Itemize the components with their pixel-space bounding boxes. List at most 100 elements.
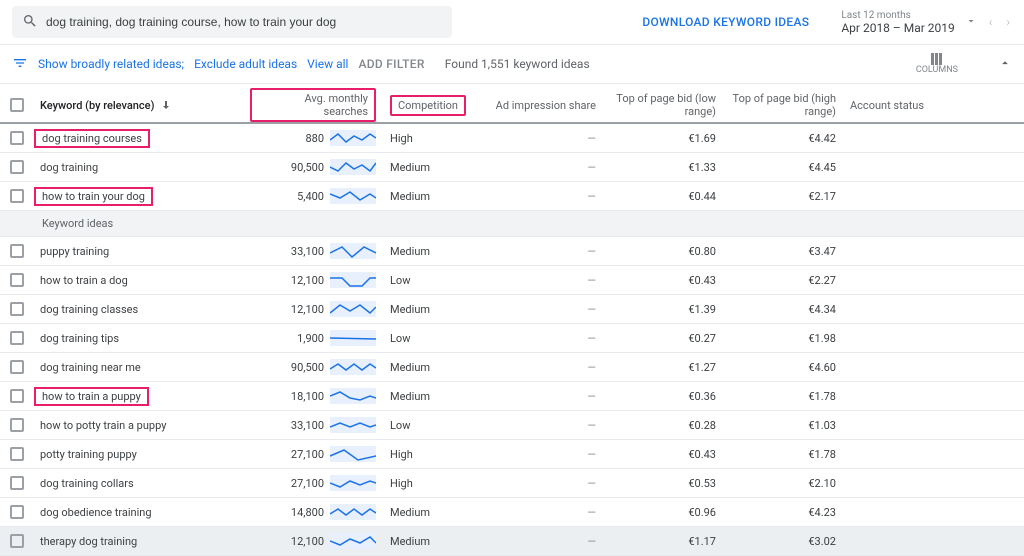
high-bid-value: €1.78	[724, 390, 844, 403]
row-checkbox[interactable]	[10, 389, 24, 403]
keyword-text: dog training courses	[34, 129, 150, 148]
column-account-status[interactable]: Account status	[844, 95, 950, 116]
keyword-text: dog training collars	[40, 477, 134, 490]
row-checkbox[interactable]	[10, 476, 24, 490]
competition-value: Medium	[384, 361, 484, 374]
sparkline-icon	[330, 243, 376, 259]
row-checkbox[interactable]	[10, 534, 24, 548]
sparkline-icon	[330, 130, 376, 146]
row-checkbox[interactable]	[10, 244, 24, 258]
high-bid-value: €2.17	[724, 190, 844, 203]
avg-searches-value: 5,400	[297, 190, 324, 203]
competition-value: Medium	[384, 506, 484, 519]
expand-button[interactable]	[998, 56, 1012, 73]
row-checkbox[interactable]	[10, 418, 24, 432]
ad-impression-value: —	[484, 448, 604, 461]
sparkline-icon	[330, 388, 376, 404]
ad-impression-value: —	[484, 245, 604, 258]
row-checkbox[interactable]	[10, 505, 24, 519]
low-bid-value: €0.43	[604, 448, 724, 461]
low-bid-value: €0.44	[604, 190, 724, 203]
table-row[interactable]: how to train a puppy 18,100 Medium — €0.…	[0, 382, 1024, 411]
table-row[interactable]: puppy training 33,100 Medium — €0.80 €3.…	[0, 237, 1024, 266]
table-row[interactable]: dog training near me 90,500 Medium — €1.…	[0, 353, 1024, 382]
high-bid-value: €3.02	[724, 535, 844, 548]
sparkline-icon	[330, 188, 376, 204]
table-row[interactable]: how to potty train a puppy 33,100 Low — …	[0, 411, 1024, 440]
table-row[interactable]: dog obedience training 14,800 Medium — €…	[0, 498, 1024, 527]
high-bid-value: €2.10	[724, 477, 844, 490]
column-keyword[interactable]: Keyword (by relevance)	[40, 99, 238, 112]
column-ad-impression-share[interactable]: Ad impression share	[484, 95, 604, 116]
keyword-text: therapy dog training	[40, 535, 137, 548]
keyword-text: puppy training	[40, 245, 109, 258]
table-row[interactable]: therapy dog training 12,100 Medium — €1.…	[0, 527, 1024, 556]
table-row[interactable]: dog training classes 12,100 Medium — €1.…	[0, 295, 1024, 324]
ad-impression-value: —	[484, 132, 604, 145]
column-avg-searches[interactable]: Avg. monthly searches	[250, 88, 376, 122]
table-row[interactable]: dog training collars 27,100 High — €0.53…	[0, 469, 1024, 498]
table-row[interactable]: dog training 90,500 Medium — €1.33 €4.45	[0, 153, 1024, 182]
sparkline-icon	[330, 475, 376, 491]
select-all-checkbox[interactable]	[10, 98, 24, 112]
competition-value: High	[384, 448, 484, 461]
row-checkbox[interactable]	[10, 331, 24, 345]
prev-period-button[interactable]: ‹	[987, 15, 995, 29]
column-high-bid[interactable]: Top of page bid (high range)	[724, 88, 844, 122]
competition-value: Medium	[384, 303, 484, 316]
row-checkbox[interactable]	[10, 447, 24, 461]
search-input[interactable]	[46, 15, 442, 29]
high-bid-value: €2.27	[724, 274, 844, 287]
row-checkbox[interactable]	[10, 302, 24, 316]
column-low-bid[interactable]: Top of page bid (low range)	[604, 88, 724, 122]
high-bid-value: €1.98	[724, 332, 844, 345]
filter-broadly-related[interactable]: Show broadly related ideas;	[38, 57, 184, 71]
table-row[interactable]: how to train your dog 5,400 Medium — €0.…	[0, 182, 1024, 211]
search-box[interactable]	[12, 6, 452, 38]
sparkline-icon	[330, 504, 376, 520]
add-filter-button[interactable]: ADD FILTER	[358, 57, 424, 71]
table-row[interactable]: dog training courses 880 High — €1.69 €4…	[0, 124, 1024, 153]
ad-impression-value: —	[484, 477, 604, 490]
row-checkbox[interactable]	[10, 131, 24, 145]
low-bid-value: €0.80	[604, 245, 724, 258]
next-period-button[interactable]: ›	[1004, 15, 1012, 29]
column-competition[interactable]: Competition	[390, 95, 466, 116]
row-checkbox[interactable]	[10, 273, 24, 287]
filter-exclude-adult[interactable]: Exclude adult ideas	[194, 57, 297, 71]
avg-searches-value: 27,100	[291, 477, 324, 490]
avg-searches-value: 12,100	[291, 535, 324, 548]
filter-icon[interactable]	[12, 55, 28, 74]
date-range-picker[interactable]: Last 12 months Apr 2018 – Mar 2019 ‹ ›	[841, 10, 1012, 35]
row-checkbox[interactable]	[10, 360, 24, 374]
low-bid-value: €1.33	[604, 161, 724, 174]
sparkline-icon	[330, 446, 376, 462]
avg-searches-value: 33,100	[291, 419, 324, 432]
high-bid-value: €1.03	[724, 419, 844, 432]
filter-view-all[interactable]: View all	[307, 57, 348, 71]
table-row[interactable]: how to train a dog 12,100 Low — €0.43 €2…	[0, 266, 1024, 295]
low-bid-value: €1.17	[604, 535, 724, 548]
avg-searches-value: 1,900	[297, 332, 324, 345]
download-keyword-ideas-link[interactable]: DOWNLOAD KEYWORD IDEAS	[642, 15, 809, 29]
ad-impression-value: —	[484, 161, 604, 174]
ad-impression-value: —	[484, 332, 604, 345]
competition-value: Low	[384, 274, 484, 287]
competition-value: High	[384, 132, 484, 145]
sparkline-icon	[330, 159, 376, 175]
avg-searches-value: 90,500	[291, 161, 324, 174]
row-checkbox[interactable]	[10, 160, 24, 174]
row-checkbox[interactable]	[10, 189, 24, 203]
low-bid-value: €0.53	[604, 477, 724, 490]
columns-button[interactable]: COLUMNS	[916, 53, 958, 75]
high-bid-value: €3.47	[724, 245, 844, 258]
avg-searches-value: 90,500	[291, 361, 324, 374]
competition-value: Medium	[384, 245, 484, 258]
low-bid-value: €1.69	[604, 132, 724, 145]
table-row[interactable]: potty training puppy 27,100 High — €0.43…	[0, 440, 1024, 469]
table-row[interactable]: dog training tips 1,900 Low — €0.27 €1.9…	[0, 324, 1024, 353]
high-bid-value: €4.23	[724, 506, 844, 519]
keyword-text: how to train a puppy	[34, 387, 149, 406]
high-bid-value: €1.78	[724, 448, 844, 461]
high-bid-value: €4.34	[724, 303, 844, 316]
